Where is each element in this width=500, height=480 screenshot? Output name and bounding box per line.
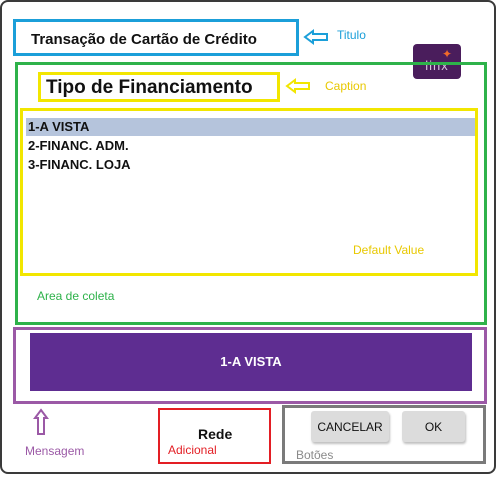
arrow-left-icon <box>285 78 310 94</box>
window-title: Transação de Cartão de Crédito <box>31 31 257 48</box>
logo-spark-icon: ✦ <box>441 47 453 61</box>
prompt-caption: Tipo de Financiamento <box>46 77 253 98</box>
title-box: Transação de Cartão de Crédito <box>13 19 299 56</box>
annotation-botoes: Botões <box>296 448 334 462</box>
annotation-default-value: Default Value <box>353 243 425 257</box>
annotation-titulo: Titulo <box>337 28 366 42</box>
selected-value-display: 1-A VISTA <box>30 333 472 391</box>
arrow-left-icon <box>303 29 328 45</box>
caption-box: Tipo de Financiamento <box>38 72 280 102</box>
arrow-up-icon <box>33 408 49 435</box>
cancel-button[interactable]: CANCELAR <box>311 411 389 442</box>
list-item[interactable]: 1-A VISTA <box>26 118 475 136</box>
annotation-area-coleta: Area de coleta <box>37 289 115 303</box>
ok-button[interactable]: OK <box>402 411 465 442</box>
annotation-caption: Caption <box>325 79 367 93</box>
annotation-adicional: Adicional <box>168 443 217 457</box>
rede-label: Rede <box>198 426 233 442</box>
list-item[interactable]: 2-FINANC. ADM. <box>26 137 475 155</box>
list-item[interactable]: 3-FINANC. LOJA <box>26 156 475 174</box>
annotation-mensagem: Mensagem <box>25 444 85 458</box>
